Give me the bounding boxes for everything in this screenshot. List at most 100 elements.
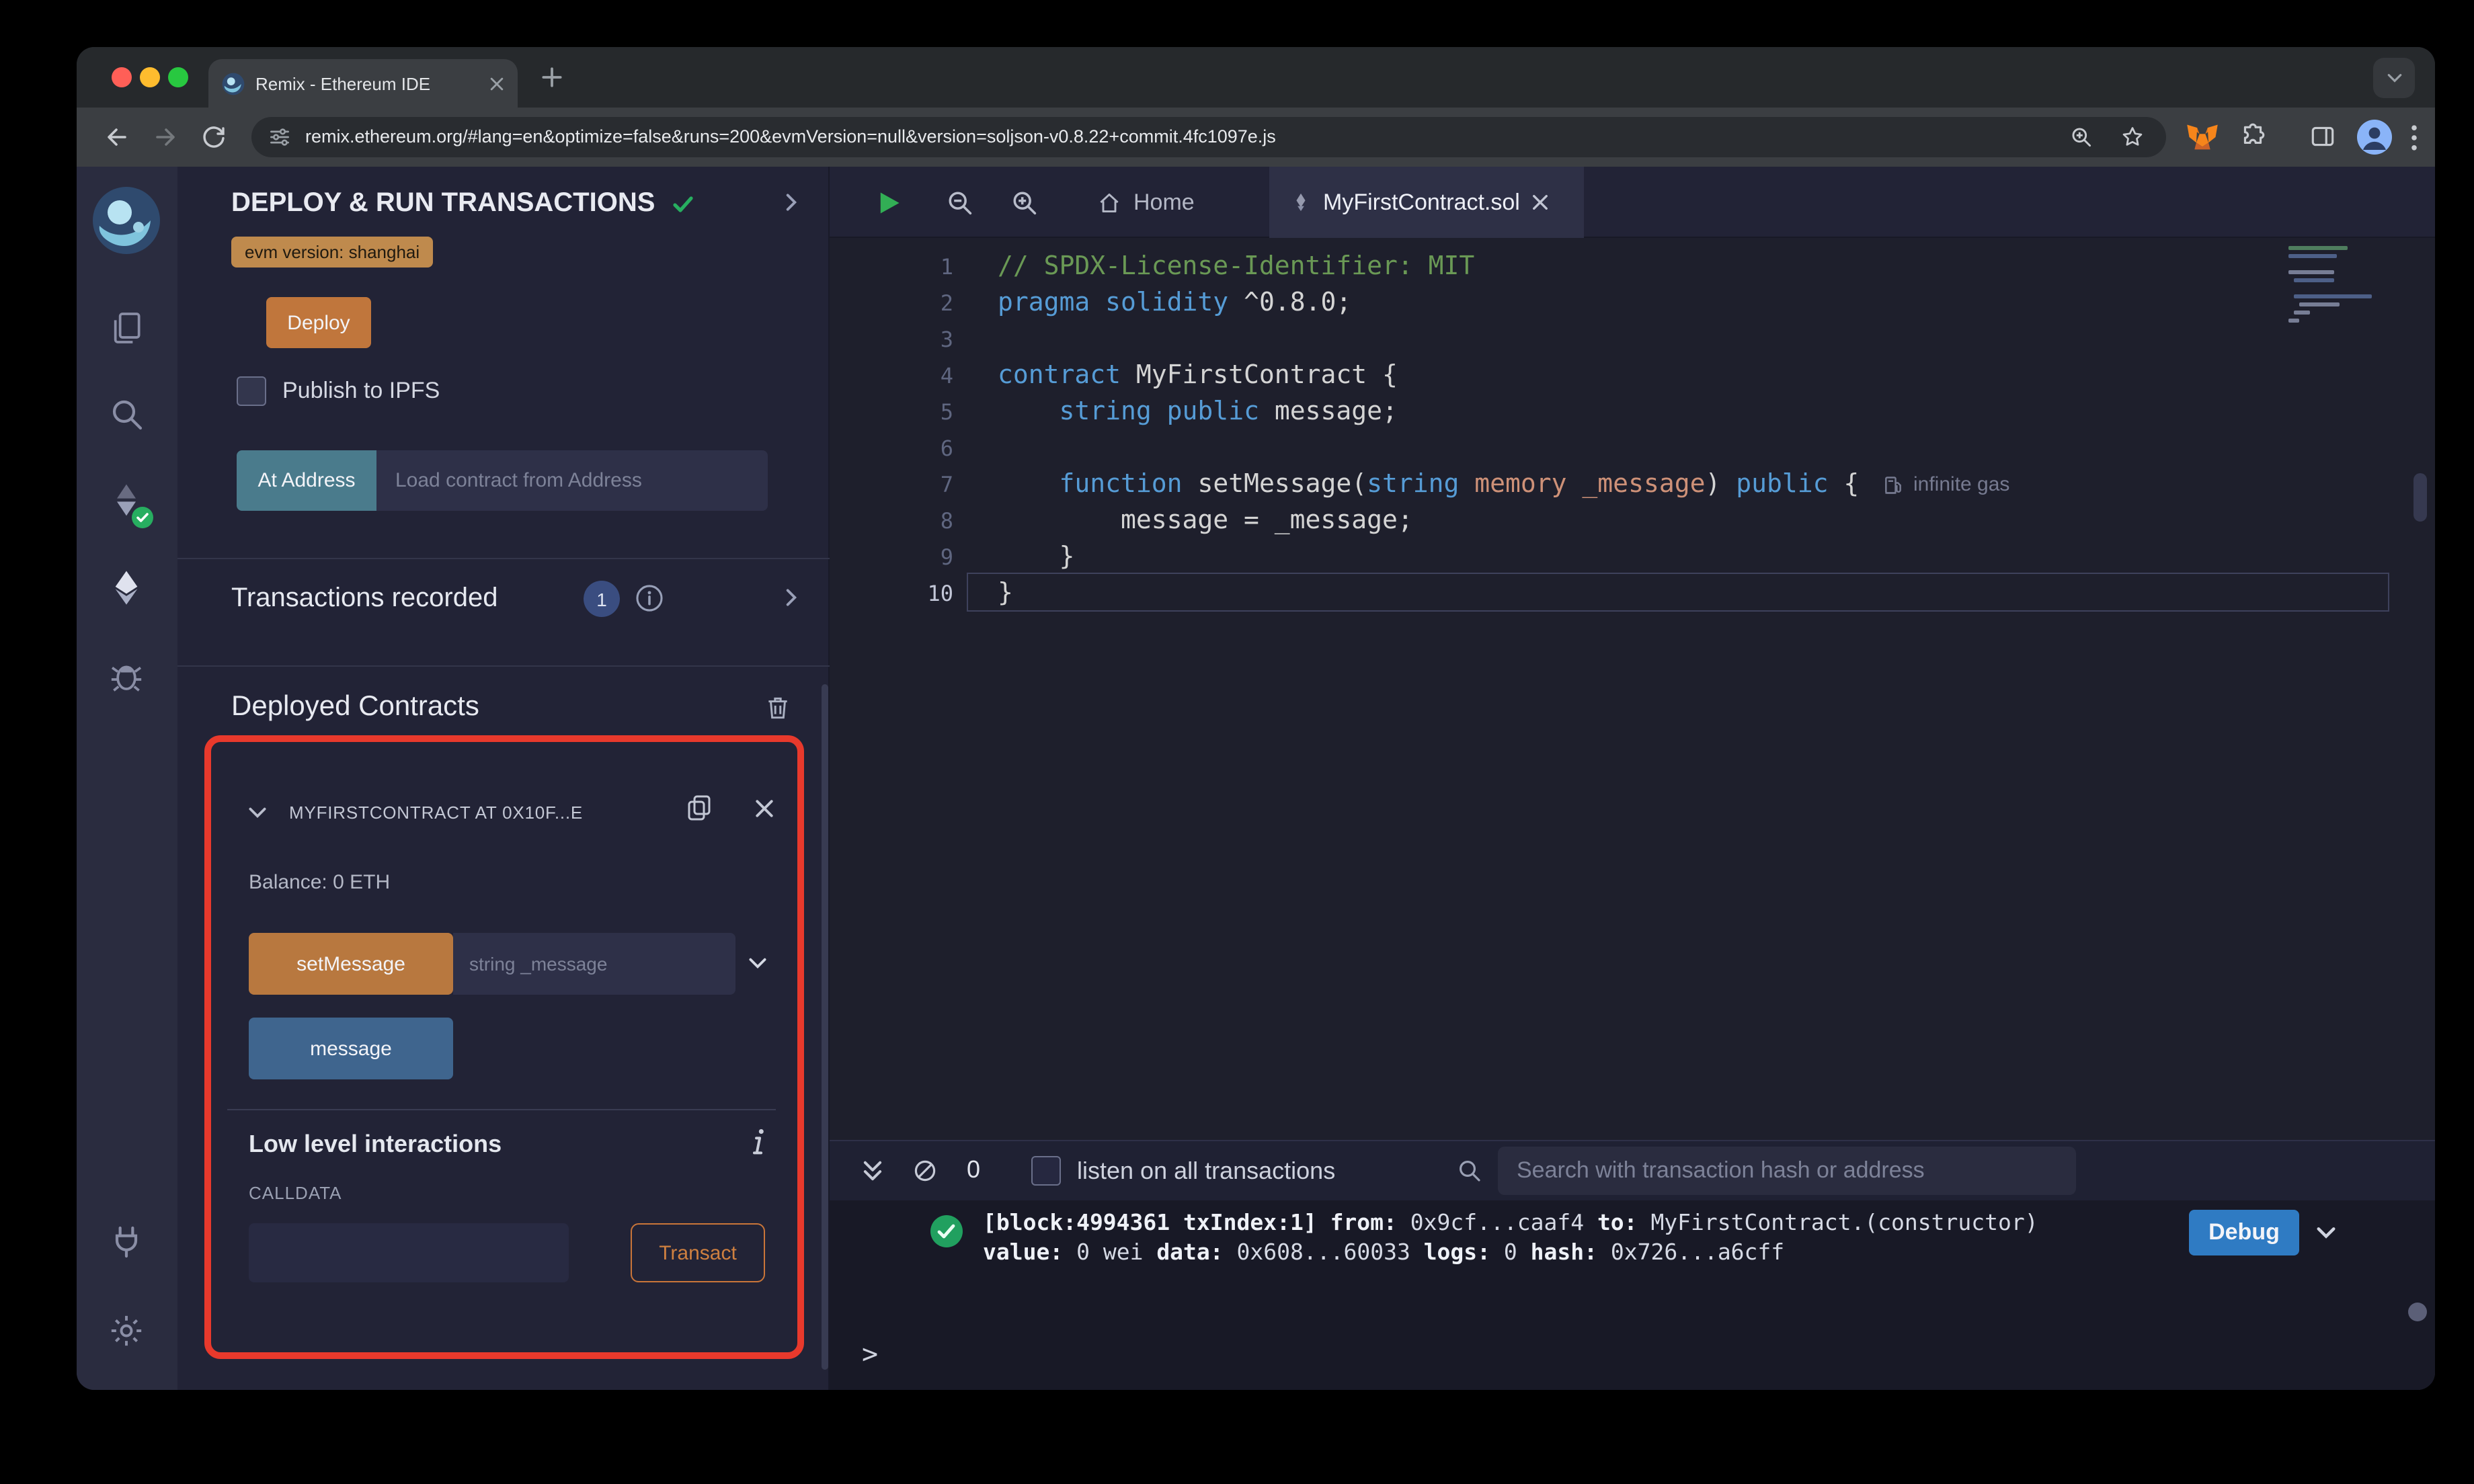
evm-version-badge: evm version: shanghai (231, 237, 434, 267)
transactions-expand-chevron-icon[interactable] (780, 586, 803, 609)
new-tab-button[interactable] (539, 65, 565, 90)
divider (177, 558, 830, 559)
site-info-icon[interactable] (268, 125, 292, 149)
solidity-file-icon (1291, 192, 1311, 212)
listen-all-label: listen on all transactions (1077, 1157, 1336, 1184)
window-zoom-button[interactable] (168, 67, 188, 87)
divider (177, 665, 830, 667)
bookmark-star-icon[interactable] (2120, 125, 2145, 149)
terminal: 0 listen on all transactions [block: (830, 1140, 2435, 1390)
transactions-count-badge: 1 (584, 581, 620, 617)
trash-icon[interactable] (764, 694, 792, 722)
side-panel-icon[interactable] (2309, 122, 2337, 151)
listen-all-checkbox[interactable] (1031, 1156, 1061, 1186)
back-icon[interactable] (104, 124, 130, 151)
remove-instance-close-icon[interactable] (754, 798, 774, 819)
tab-file-close-icon[interactable] (1532, 194, 1550, 211)
tab-home-label: Home (1133, 189, 1195, 214)
editor-scrollbar[interactable] (2413, 473, 2427, 522)
transact-button[interactable]: Transact (631, 1223, 765, 1282)
tx-success-check-icon (929, 1214, 964, 1249)
plugin-manager-icon[interactable] (108, 1223, 145, 1261)
tab-active-file[interactable]: MyFirstContract.sol (1269, 167, 1584, 238)
low-level-info-icon[interactable] (752, 1128, 766, 1157)
code-editor[interactable]: 1 // SPDX-License-Identifier: MIT 2 prag… (830, 238, 2435, 1140)
set-message-param-field[interactable] (453, 933, 735, 995)
run-script-play-icon[interactable] (875, 190, 902, 216)
extensions-puzzle-icon[interactable] (2239, 122, 2267, 151)
gas-estimate-text: infinite gas (1913, 473, 2010, 496)
gas-estimate-annotation: infinite gas (1882, 466, 2009, 503)
terminal-search-field[interactable] (1498, 1147, 2076, 1195)
address-bar[interactable]: remix.ethereum.org/#lang=en&optimize=fal… (251, 117, 2166, 157)
code-line: 9 } (940, 542, 1075, 571)
screenshot-stage: Remix - Ethereum IDE remix.ethereum.org/… (0, 0, 2474, 1484)
profile-avatar[interactable] (2357, 120, 2392, 155)
deployed-contracts-title: Deployed Contracts (231, 691, 479, 722)
terminal-search-input[interactable] (1498, 1147, 2076, 1195)
zoom-in-icon[interactable] (1010, 188, 1039, 218)
terminal-scrollbar-thumb[interactable] (2408, 1303, 2427, 1321)
editor-column: Home MyFirstContract.sol 1 // SPDX-Licen… (830, 167, 2435, 1390)
browser-tab[interactable]: Remix - Ethereum IDE (208, 59, 518, 108)
url-text: remix.ethereum.org/#lang=en&optimize=fal… (305, 126, 1276, 147)
code-line: 7 function setMessage(string memory _mes… (940, 469, 1860, 499)
zoom-out-icon[interactable] (945, 188, 975, 218)
publish-ipfs-checkbox[interactable] (237, 376, 266, 406)
window-close-button[interactable] (112, 67, 132, 87)
tab-active-label: MyFirstContract.sol (1323, 189, 1520, 214)
metamask-icon[interactable] (2185, 121, 2220, 153)
at-address-input-field[interactable] (376, 450, 768, 511)
remix-app: DEPLOY & RUN TRANSACTIONS evm version: s… (77, 167, 2435, 1390)
deploy-run-panel: DEPLOY & RUN TRANSACTIONS evm version: s… (177, 167, 830, 1390)
code-line: 3 (940, 327, 953, 352)
expand-log-chevron-icon[interactable] (2314, 1221, 2338, 1245)
debugger-icon[interactable] (108, 656, 145, 694)
copy-address-icon[interactable] (684, 793, 714, 823)
expand-params-chevron-icon[interactable] (746, 952, 769, 975)
panel-expand-chevron-icon[interactable] (780, 191, 803, 214)
remix-favicon-icon (222, 72, 245, 95)
terminal-prompt[interactable]: > (862, 1337, 878, 1370)
deploy-button[interactable]: Deploy (266, 297, 371, 348)
code-line: 2 pragma solidity ^0.8.0; (940, 288, 1352, 317)
debug-button[interactable]: Debug (2189, 1210, 2299, 1255)
message-call-button[interactable]: message (249, 1018, 453, 1079)
file-explorer-icon[interactable] (108, 309, 145, 347)
remix-logo-icon[interactable] (91, 186, 161, 255)
editor-tabbar: Home MyFirstContract.sol (830, 167, 2435, 238)
tx-log-line-1[interactable]: [block:4994361 txIndex:1] from: 0x9cf...… (983, 1208, 2038, 1238)
calldata-input-field[interactable] (249, 1223, 569, 1282)
forward-icon[interactable] (152, 124, 179, 151)
set-message-param-input[interactable] (453, 933, 735, 995)
calldata-input[interactable] (249, 1223, 569, 1282)
at-address-input[interactable] (376, 450, 768, 511)
editor-minimap[interactable] (2288, 246, 2375, 367)
browser-window: Remix - Ethereum IDE remix.ethereum.org/… (77, 47, 2435, 1390)
collapse-terminal-icon[interactable] (859, 1157, 886, 1184)
settings-gear-icon[interactable] (108, 1312, 145, 1350)
panel-scrollbar[interactable] (822, 684, 828, 1370)
pending-tx-count: 0 (967, 1156, 981, 1183)
transactions-info-icon[interactable] (635, 583, 664, 613)
zoom-page-icon[interactable] (2069, 125, 2093, 149)
at-address-button[interactable]: At Address (237, 450, 376, 511)
tx-log-line-2[interactable]: value: 0 wei data: 0x608...60033 logs: 0… (983, 1238, 1784, 1268)
tab-home[interactable]: Home (1076, 167, 1216, 238)
publish-ipfs-label: Publish to IPFS (282, 378, 440, 403)
clear-console-icon[interactable] (913, 1159, 937, 1183)
contract-collapse-chevron-icon[interactable] (246, 801, 269, 824)
kebab-menu-icon[interactable] (2411, 125, 2418, 151)
tab-close-icon[interactable] (489, 76, 504, 91)
code-line: 5 string public message; (940, 397, 1398, 426)
terminal-search-icon (1456, 1157, 1483, 1184)
tab-search-button[interactable] (2373, 58, 2415, 98)
code-line: 4 contract MyFirstContract { (940, 360, 1398, 390)
search-icon[interactable] (108, 395, 145, 433)
set-message-button[interactable]: setMessage (249, 933, 453, 995)
code-line: 6 (940, 436, 953, 461)
window-minimize-button[interactable] (140, 67, 160, 87)
panel-title: DEPLOY & RUN TRANSACTIONS (231, 188, 655, 218)
reload-icon[interactable] (200, 124, 227, 151)
deploy-and-run-icon[interactable] (108, 569, 145, 606)
